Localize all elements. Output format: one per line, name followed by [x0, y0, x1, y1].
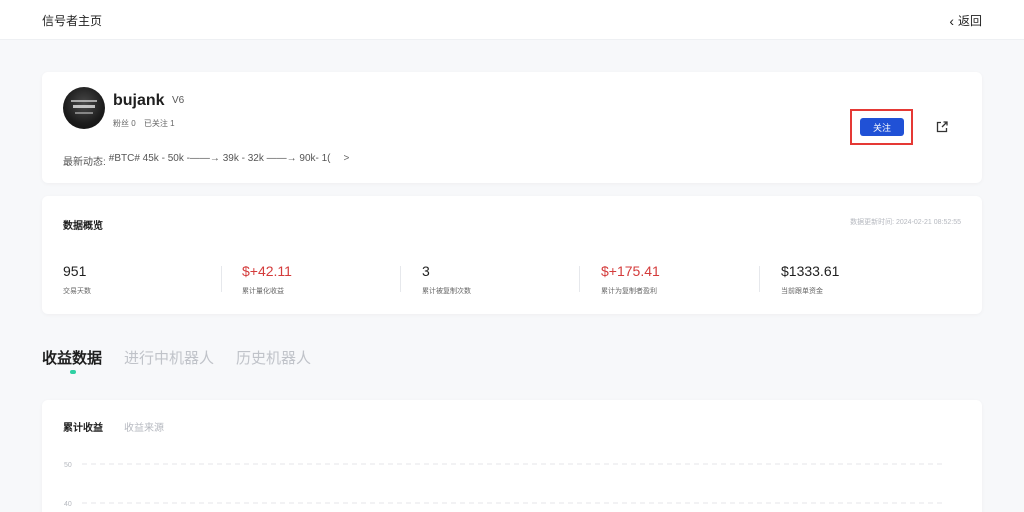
- active-tab-indicator: [70, 370, 76, 374]
- stat-quant-profit: $+42.11 累计量化收益: [242, 263, 292, 296]
- stat-copy-count: 3 累计被复制次数: [422, 263, 471, 296]
- stat-value: 3: [422, 263, 430, 279]
- divider: [759, 266, 760, 292]
- stat-value: 951: [63, 263, 87, 279]
- section-tabs: 收益数据 进行中机器人 历史机器人: [42, 347, 311, 368]
- tab-running-bots[interactable]: 进行中机器人: [124, 347, 214, 368]
- stat-label: 累计被复制次数: [422, 288, 471, 295]
- stat-copy-funds: $1333.61 当前跟单资金: [781, 263, 839, 296]
- y-tick-label: 40: [64, 501, 72, 508]
- fans-count: 粉丝 0: [113, 119, 136, 128]
- stat-value: $+42.11: [242, 263, 292, 279]
- y-tick-label: 50: [64, 462, 72, 469]
- stat-label: 累计为复制者盈利: [601, 288, 657, 295]
- divider: [400, 266, 401, 292]
- stat-label: 累计量化收益: [242, 288, 284, 295]
- divider: [579, 266, 580, 292]
- stat-label: 当前跟单资金: [781, 288, 823, 295]
- profit-chart-card: 50 40 累计收益 收益来源: [42, 400, 982, 512]
- following-count: 已关注 1: [143, 119, 175, 128]
- follow-button[interactable]: 关注: [860, 118, 904, 136]
- back-label: 返回: [957, 14, 982, 28]
- stat-label: 交易天数: [63, 288, 91, 295]
- latest-update[interactable]: 最新动态: #BTC# 45k - 50k -——→ 39k - 32k ——→…: [63, 153, 349, 168]
- stat-trading-days: 951 交易天数: [63, 263, 91, 296]
- tab-profit-data[interactable]: 收益数据: [42, 347, 102, 368]
- chevron-right-icon[interactable]: >: [344, 153, 350, 168]
- level-badge: V6: [172, 95, 185, 106]
- profit-chart: 50 40: [64, 462, 942, 508]
- divider: [221, 266, 222, 292]
- chevron-left-icon: ‹: [949, 12, 954, 29]
- share-icon[interactable]: [935, 120, 949, 134]
- follow-highlight: 关注: [850, 109, 913, 145]
- profile-card: bujank V6 粉丝 0 已关注 1 最新动态: #BTC# 45k - 5…: [42, 72, 982, 183]
- latest-text: #BTC# 45k - 50k -——→ 39k - 32k ——→ 90k- …: [108, 153, 331, 164]
- update-time: 数据更新时间: 2024-02-21 08:52:55: [850, 219, 961, 226]
- subtab-profit-source[interactable]: 收益来源: [124, 419, 164, 434]
- avatar[interactable]: [63, 87, 105, 129]
- data-overview-card: 数据概览 数据更新时间: 2024-02-21 08:52:55 951 交易天…: [42, 196, 982, 314]
- back-button[interactable]: ‹ 返回: [949, 12, 982, 29]
- chart-subtabs: 累计收益 收益来源: [63, 419, 164, 434]
- stat-value: $+175.41: [601, 263, 660, 279]
- overview-title: 数据概览: [63, 221, 103, 232]
- user-name: bujank: [113, 92, 165, 109]
- latest-prefix: 最新动态:: [63, 157, 106, 168]
- page-title: 信号者主页: [42, 14, 103, 28]
- stat-value: $1333.61: [781, 263, 840, 279]
- stat-copier-profit: $+175.41 累计为复制者盈利: [601, 263, 660, 296]
- tab-history-bots[interactable]: 历史机器人: [236, 347, 311, 368]
- top-bar: 信号者主页 ‹ 返回: [0, 0, 1024, 40]
- follow-stats: 粉丝 0 已关注 1: [113, 118, 181, 129]
- subtab-cumulative-profit[interactable]: 累计收益: [63, 419, 103, 434]
